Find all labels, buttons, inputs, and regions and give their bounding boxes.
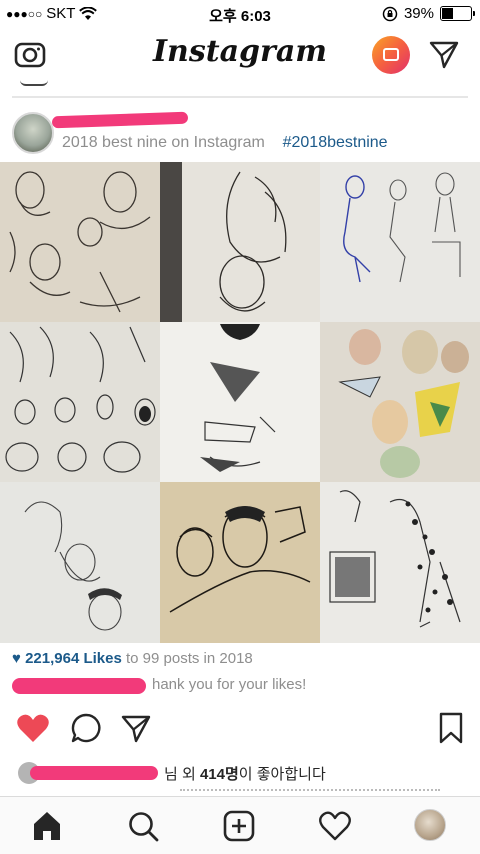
grid-tile[interactable] [0, 482, 160, 643]
avatar[interactable] [12, 112, 54, 154]
best-nine-grid[interactable] [0, 162, 480, 643]
home-icon[interactable] [30, 809, 64, 843]
grid-tile[interactable] [0, 322, 160, 482]
top-nav: Instagram [0, 30, 480, 82]
likes-count[interactable]: 221,964 Likes [25, 650, 122, 667]
grid-tile[interactable] [0, 162, 160, 322]
direct-message-icon[interactable] [428, 38, 460, 70]
battery-percent: 39% [403, 5, 434, 22]
profile-avatar[interactable] [414, 809, 446, 841]
liked-by[interactable]: 님 외 414명이 좋아합니다 [18, 762, 468, 784]
redacted-username [51, 111, 189, 129]
redacted-username [12, 678, 146, 694]
previous-post-edge [20, 80, 48, 86]
liked-by-end: 이 좋아합니다 [238, 766, 326, 783]
battery-icon [440, 6, 475, 21]
grid-tile[interactable] [160, 322, 320, 482]
thanks-text: hank you for your likes! [152, 676, 307, 693]
grid-tile[interactable] [160, 482, 320, 643]
divider [12, 96, 468, 98]
activity-icon[interactable] [318, 809, 352, 843]
bookmark-icon[interactable] [438, 712, 464, 744]
grid-tile[interactable] [320, 162, 480, 322]
likes-summary: ♥ 221,964 Likes to 99 posts in 2018 [12, 650, 253, 667]
likes-suffix: to 99 posts in 2018 [126, 650, 253, 667]
search-icon[interactable] [126, 809, 160, 843]
hashtag-link[interactable]: #2018bestnine [283, 134, 388, 151]
grid-tile[interactable] [160, 162, 320, 322]
post-caption: 2018 best nine on Instagram #2018bestnin… [62, 134, 388, 152]
redacted-username [30, 766, 158, 780]
thanks-caption: hank you for your likes! [10, 676, 470, 696]
caption-text: 2018 best nine on Instagram [62, 134, 265, 151]
obscured-comment-text [180, 789, 440, 795]
status-bar: ●●●○○ SKT 오후 6:03 39% [0, 0, 480, 30]
igtv-icon[interactable] [372, 36, 410, 74]
post-actions [0, 708, 480, 752]
bottom-tab-bar [0, 796, 480, 854]
add-icon[interactable] [222, 809, 256, 843]
orientation-lock-icon [382, 6, 398, 21]
grid-tile[interactable] [320, 322, 480, 482]
grid-tile[interactable] [320, 482, 480, 643]
liked-by-count[interactable]: 414명 [200, 766, 239, 783]
heart-icon[interactable] [16, 712, 50, 744]
liked-by-suffix: 님 외 [164, 766, 196, 783]
comment-icon[interactable] [70, 712, 102, 744]
share-icon[interactable] [120, 712, 152, 744]
post-header: 2018 best nine on Instagram #2018bestnin… [0, 106, 480, 160]
heart-small-icon: ♥ [12, 650, 21, 667]
